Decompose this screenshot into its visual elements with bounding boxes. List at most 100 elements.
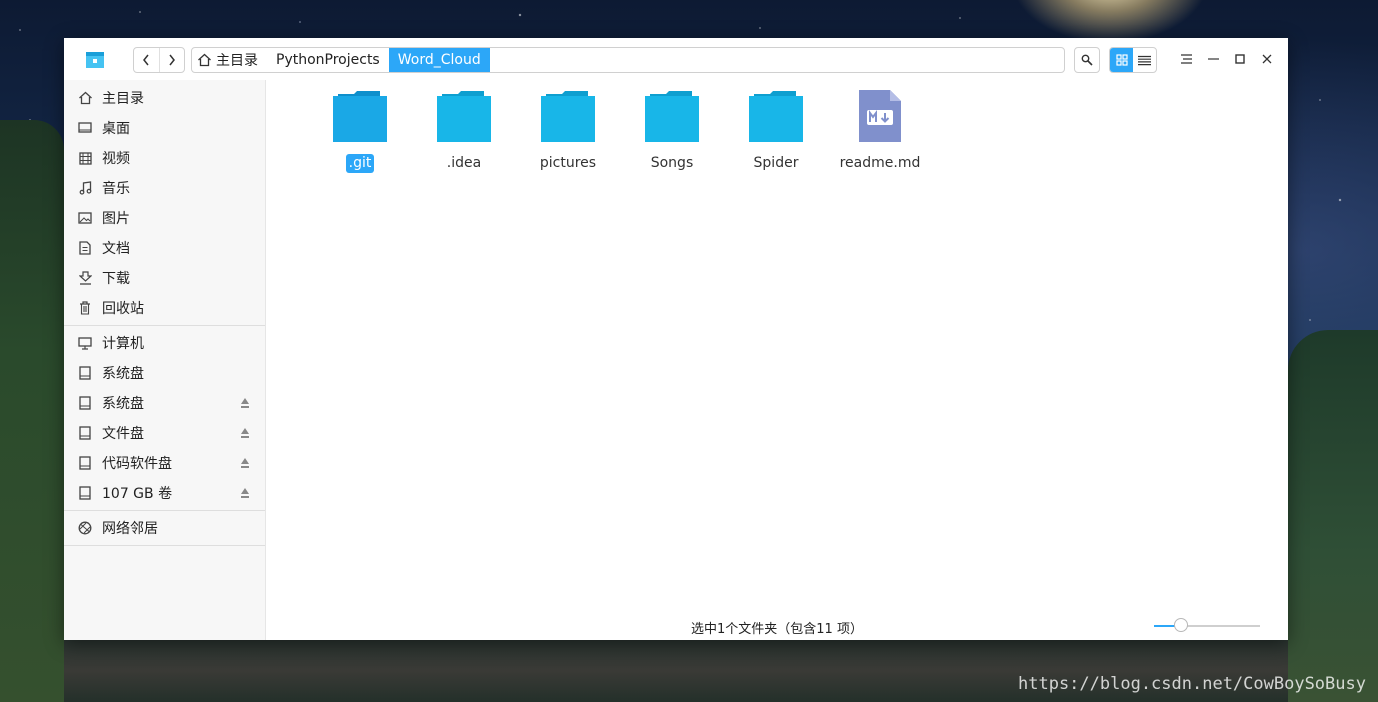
computer-icon — [77, 335, 93, 351]
titlebar: 主目录 PythonProjects Word_Cloud — [64, 38, 1288, 81]
sidebar-item-trash[interactable]: 回收站 — [64, 293, 265, 323]
sidebar-item-label: 系统盘 — [102, 366, 144, 382]
wallpaper-trees-left — [0, 120, 64, 702]
sidebar-item-downloads[interactable]: 下载 — [64, 263, 265, 293]
file-item-pictures[interactable]: pictures — [523, 90, 613, 173]
sidebar-item-label: 文档 — [102, 241, 130, 257]
sidebar-item-music[interactable]: 音乐 — [64, 173, 265, 203]
watermark-text: https://blog.csdn.net/CowBoySoBusy — [1018, 674, 1366, 694]
sidebar-item-code-disk[interactable]: 代码软件盘 — [64, 448, 265, 478]
disk-icon — [77, 425, 93, 441]
sidebar-item-label: 回收站 — [102, 301, 144, 317]
breadcrumb: 主目录 PythonProjects Word_Cloud — [191, 47, 1065, 73]
sidebar-item-label: 下载 — [102, 271, 130, 287]
sidebar-item-label: 计算机 — [102, 336, 144, 352]
breadcrumb-pythonprojects[interactable]: PythonProjects — [267, 48, 389, 72]
desktop-icon — [77, 120, 93, 136]
list-icon — [1138, 55, 1151, 65]
folder-icon — [333, 91, 387, 142]
disk-icon — [77, 365, 93, 381]
video-icon — [77, 150, 93, 166]
maximize-button[interactable] — [1229, 48, 1251, 70]
navigation-buttons — [133, 47, 185, 73]
download-icon — [77, 270, 93, 286]
grid-icon — [1115, 54, 1128, 66]
sidebar-divider — [64, 325, 265, 326]
sidebar-item-computer[interactable]: 计算机 — [64, 328, 265, 358]
home-icon — [77, 90, 93, 106]
sidebar-item-label: 图片 — [102, 211, 130, 227]
sidebar-item-label: 视频 — [102, 151, 130, 167]
breadcrumb-home[interactable]: 主目录 — [192, 48, 267, 72]
sidebar-item-desktop[interactable]: 桌面 — [64, 113, 265, 143]
trash-icon — [77, 300, 93, 316]
search-button[interactable] — [1074, 47, 1100, 73]
eject-icon[interactable] — [241, 488, 249, 498]
picture-icon — [77, 210, 93, 226]
chevron-right-icon — [169, 54, 175, 66]
sidebar-item-label: 音乐 — [102, 181, 130, 197]
sidebar-item-documents[interactable]: 文档 — [64, 233, 265, 263]
disk-icon — [77, 395, 93, 411]
file-name: .idea — [446, 155, 482, 171]
sidebar-item-label: 网络邻居 — [102, 521, 158, 537]
file-item-idea[interactable]: .idea — [419, 90, 509, 173]
eject-icon[interactable] — [241, 458, 249, 468]
file-name: Songs — [650, 155, 694, 171]
breadcrumb-home-label: 主目录 — [216, 53, 258, 69]
sidebar-item-network[interactable]: 网络邻居 — [64, 513, 265, 543]
list-view-button[interactable] — [1133, 48, 1156, 72]
file-item-readme[interactable]: readme.md — [835, 90, 925, 173]
zoom-slider-handle[interactable] — [1174, 618, 1188, 632]
network-icon — [77, 520, 93, 536]
sidebar-item-label: 桌面 — [102, 121, 130, 137]
sidebar-item-system-disk-1[interactable]: 系统盘 — [64, 358, 265, 388]
sidebar-item-label: 文件盘 — [102, 426, 144, 442]
minimize-icon — [1207, 58, 1219, 60]
folder-icon — [645, 91, 699, 142]
minimize-button[interactable] — [1202, 48, 1224, 70]
sidebar-item-system-disk-2[interactable]: 系统盘 — [64, 388, 265, 418]
document-icon — [77, 240, 93, 256]
maximize-icon — [1235, 54, 1245, 64]
forward-button[interactable] — [158, 48, 185, 72]
file-name: readme.md — [839, 155, 921, 171]
sidebar-item-107gb-volume[interactable]: 107 GB 卷 — [64, 478, 265, 508]
folder-icon — [437, 91, 491, 142]
sidebar-item-file-disk[interactable]: 文件盘 — [64, 418, 265, 448]
markdown-file-icon — [859, 90, 901, 142]
menu-button[interactable] — [1175, 48, 1197, 70]
back-button[interactable] — [134, 48, 159, 72]
sidebar-item-videos[interactable]: 视频 — [64, 143, 265, 173]
icon-view-button[interactable] — [1110, 48, 1133, 72]
file-item-songs[interactable]: Songs — [627, 90, 717, 173]
file-name: .git — [345, 154, 375, 173]
sidebar: 主目录 桌面 视频 音乐 图片 文档 下载 回收站 计算机 系统盘 系统盘 文件… — [64, 80, 266, 640]
file-name: Spider — [753, 155, 799, 171]
folder-icon — [749, 91, 803, 142]
disk-icon — [77, 455, 93, 471]
eject-icon[interactable] — [241, 398, 249, 408]
sidebar-divider — [64, 545, 265, 546]
chevron-left-icon — [143, 54, 149, 66]
sidebar-item-pictures[interactable]: 图片 — [64, 203, 265, 233]
sidebar-item-label: 107 GB 卷 — [102, 486, 173, 502]
wallpaper-trees-right — [1288, 330, 1378, 702]
file-item-git[interactable]: .git — [315, 90, 405, 173]
file-item-spider[interactable]: Spider — [731, 90, 821, 173]
close-button[interactable] — [1256, 48, 1278, 70]
sidebar-item-label: 主目录 — [102, 91, 144, 107]
home-icon — [198, 53, 211, 67]
sidebar-item-label: 代码软件盘 — [102, 456, 172, 472]
sidebar-divider — [64, 510, 265, 511]
sidebar-item-home[interactable]: 主目录 — [64, 83, 265, 113]
disk-icon — [77, 485, 93, 501]
breadcrumb-word-cloud[interactable]: Word_Cloud — [388, 48, 490, 72]
file-manager-window: 主目录 PythonProjects Word_Cloud 主目录 桌面 视频 … — [64, 38, 1288, 640]
search-icon — [1081, 54, 1093, 66]
zoom-slider[interactable] — [1154, 618, 1260, 632]
file-view: .git .idea pictures Songs Spider readme.… — [266, 80, 1288, 640]
view-mode-switch — [1109, 47, 1157, 73]
folder-icon — [541, 91, 595, 142]
eject-icon[interactable] — [241, 428, 249, 438]
